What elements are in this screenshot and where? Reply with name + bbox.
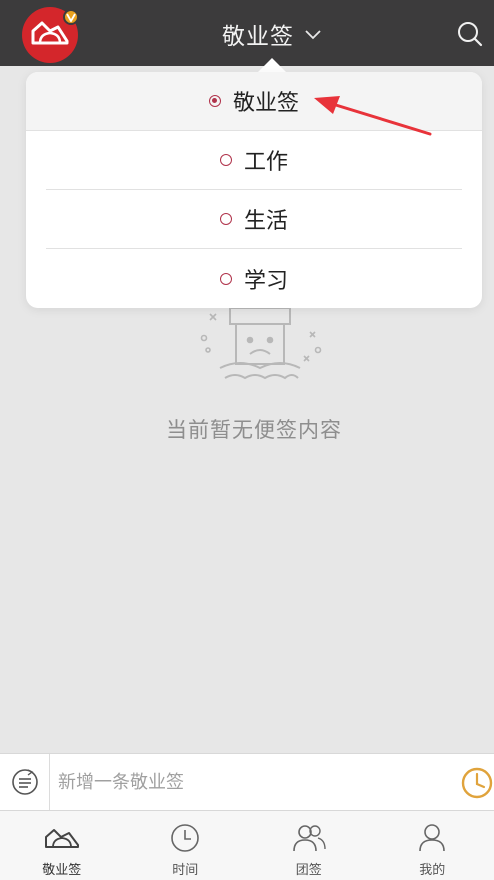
dropdown-caret <box>258 58 286 72</box>
new-note-input[interactable] <box>58 766 438 798</box>
sad-box-illustration <box>200 298 322 380</box>
cloud-logo-icon <box>31 21 69 45</box>
tab-label: 我的 <box>419 863 446 878</box>
vip-badge-icon <box>63 9 79 25</box>
annotation-arrow-icon <box>314 96 432 136</box>
radio-selected-icon <box>208 95 221 107</box>
tab-label: 团签 <box>295 863 322 878</box>
bottom-tab-bar: 敬业签 时间 团签 我的 <box>0 811 494 880</box>
switch-icon <box>12 769 38 795</box>
dropdown-item-label: 生活 <box>243 209 288 234</box>
new-note-bar <box>0 753 494 811</box>
switch-button[interactable] <box>0 754 50 810</box>
tab-group[interactable]: 团签 <box>247 811 371 880</box>
dropdown-item-study[interactable]: 学习 <box>46 249 462 308</box>
clock-icon[interactable] <box>460 766 494 800</box>
empty-message: 当前暂无便签内容 <box>166 418 342 442</box>
tab-mine[interactable]: 我的 <box>371 811 494 880</box>
tab-time[interactable]: 时间 <box>124 811 248 880</box>
search-icon[interactable] <box>456 20 484 48</box>
dropdown-item-life[interactable]: 生活 <box>46 190 462 249</box>
radio-icon <box>219 154 232 166</box>
group-icon <box>291 823 327 853</box>
chevron-down-icon <box>305 30 321 40</box>
tab-label: 时间 <box>172 863 199 878</box>
title-dropdown-toggle[interactable]: 敬业签 <box>222 18 322 50</box>
user-icon <box>414 823 450 853</box>
cloud-icon <box>44 823 80 853</box>
clock-icon <box>167 823 203 853</box>
dropdown-item-label: 学习 <box>243 268 288 294</box>
radio-icon <box>219 213 232 225</box>
dropdown-item-label: 工作 <box>243 150 288 175</box>
radio-icon <box>219 272 232 285</box>
tab-label: 敬业签 <box>42 863 82 878</box>
tab-jingyeqian[interactable]: 敬业签 <box>0 811 124 880</box>
top-bar: 敬业签 <box>0 0 494 66</box>
dropdown-item-label: 敬业签 <box>232 91 299 116</box>
page-title: 敬业签 <box>222 24 294 50</box>
